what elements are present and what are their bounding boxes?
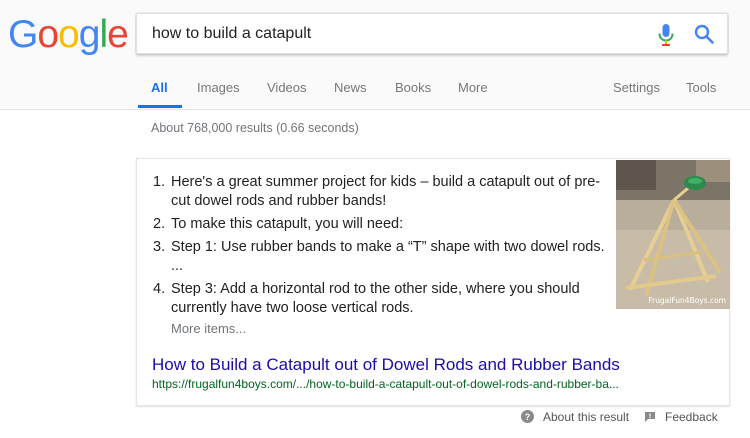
result-title-link[interactable]: How to Build a Catapult out of Dowel Rod… [152,355,620,375]
tab-books[interactable]: Books [395,78,431,109]
logo-letter: l [99,13,108,56]
about-label: About this result [543,410,630,424]
list-item: 3. Step 1: Use rubber bands to make a “T”… [151,238,613,276]
feedback-label: Feedback [665,410,718,424]
list-item: 1. Here's a great summer project for kids… [151,173,613,211]
logo-letter: e [107,13,129,56]
active-tab-indicator [138,105,182,108]
tab-tools[interactable]: Tools [686,78,716,109]
tab-more[interactable]: More [458,78,488,109]
logo-letter: G [8,13,38,56]
search-input[interactable]: how to build a catapult [152,25,311,43]
list-number: 4. [153,281,166,297]
list-text: To make this catapult, you will need: [171,216,404,232]
result-url[interactable]: https://frugalfun4boys.com/.../how-to-bu… [152,377,619,391]
header: Google how to build a catapult All Image… [0,0,750,110]
snippet-list: 1. Here's a great summer project for kids… [151,173,613,322]
catapult-image[interactable]: FrugalFun4Boys.com [616,160,730,309]
list-text: Here's a great summer project for kids –… [171,174,601,209]
tab-videos[interactable]: Videos [267,78,307,109]
about-this-result-link[interactable]: ? About this result [521,410,629,424]
tab-settings[interactable]: Settings [613,78,660,109]
search-box[interactable]: how to build a catapult [136,13,728,54]
list-number: 2. [153,216,166,232]
logo-letter: g [78,13,101,56]
google-logo[interactable]: Google [8,12,129,58]
featured-snippet-card: 1. Here's a great summer project for kids… [136,158,730,406]
result-stats: About 768,000 results (0.66 seconds) [151,121,359,135]
logo-letter: o [58,13,80,56]
list-number: 1. [153,174,166,190]
tab-images[interactable]: Images [197,78,240,109]
tab-news[interactable]: News [334,78,367,109]
more-items-link[interactable]: More items... [171,321,246,336]
search-icon[interactable] [693,23,715,45]
catapult-picture [616,160,730,309]
list-text: Step 1: Use rubber bands to make a “T” s… [171,239,605,274]
feedback-link[interactable]: Feedback [644,410,718,424]
list-item: 2. To make this catapult, you will need: [151,215,613,234]
svg-text:?: ? [525,412,531,422]
image-caption: FrugalFun4Boys.com [648,296,726,305]
logo-letter: o [37,13,59,56]
list-text: Step 3: Add a horizontal rod to the othe… [171,281,580,316]
help-icon: ? [521,410,534,423]
search-tabs: All Images Videos News Books More Settin… [0,78,750,109]
mic-icon[interactable] [657,23,675,47]
list-item: 4. Step 3: Add a horizontal rod to the ot… [151,280,613,318]
feedback-icon [645,412,655,422]
list-number: 3. [153,239,166,255]
